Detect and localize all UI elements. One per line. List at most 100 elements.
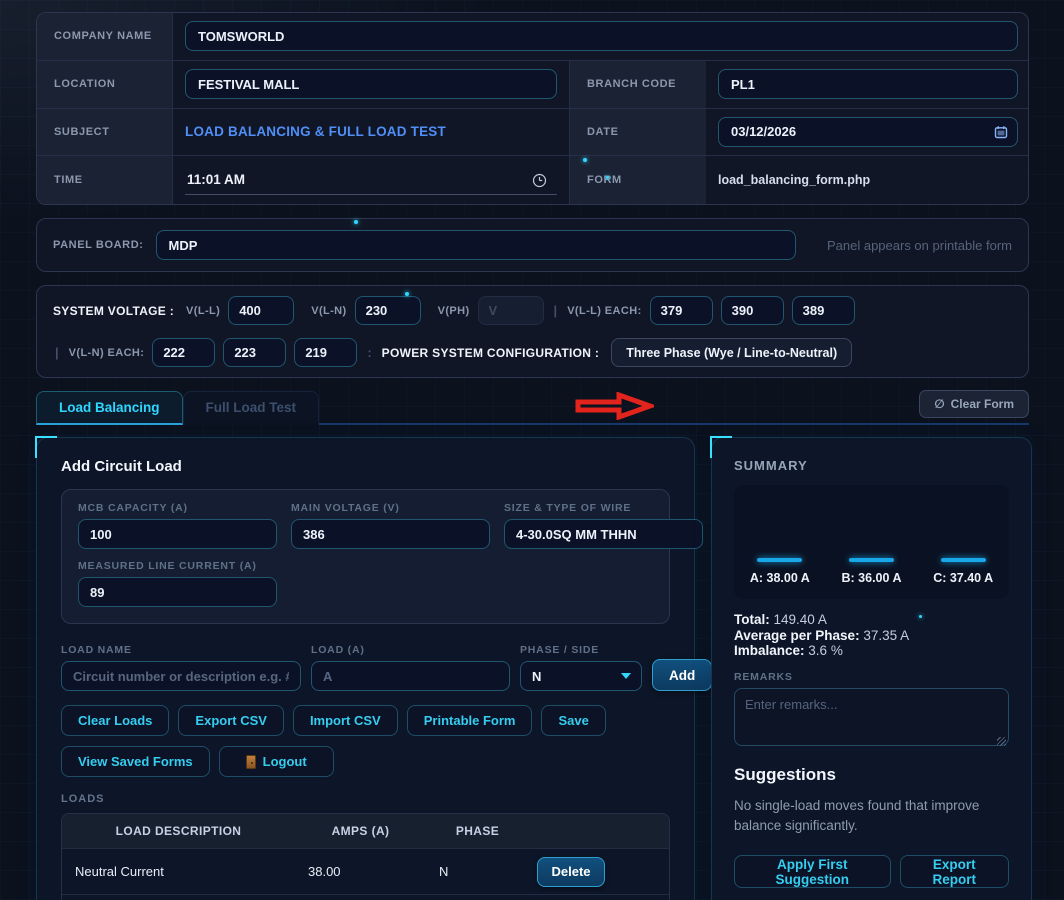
remarks-label: REMARKS: [734, 671, 1009, 683]
add-load-button[interactable]: Add: [652, 659, 712, 691]
clear-form-button[interactable]: ∅ Clear Form: [919, 390, 1029, 418]
annotation-red-arrow: [574, 392, 654, 420]
vll-input[interactable]: [228, 296, 294, 325]
clear-form-label: Clear Form: [951, 397, 1014, 411]
phase-side-value: N: [532, 669, 541, 684]
add-circuit-load-title: Add Circuit Load: [61, 458, 670, 475]
save-button[interactable]: Save: [541, 705, 605, 736]
chart-column-c: C: 37.40 A: [917, 485, 1009, 585]
company-name-input[interactable]: [185, 21, 1018, 51]
suggestions-actions: Apply First Suggestion Export Report: [734, 855, 1009, 888]
measured-current-label: MEASURED LINE CURRENT (A): [78, 560, 277, 572]
particle-dot: [354, 220, 358, 224]
export-report-button[interactable]: Export Report: [900, 855, 1009, 888]
phase-bar-chart: A: 38.00 A B: 36.00 A C: 37.40 A: [734, 485, 1009, 599]
door-icon: [246, 755, 256, 769]
main-voltage-label: MAIN VOLTAGE (V): [291, 502, 490, 514]
vln-each-input-2[interactable]: [223, 338, 286, 367]
clear-form-icon: ∅: [934, 397, 944, 411]
summary-card: SUMMARY A: 38.00 A B: 36.00 A C: 37.40 A…: [711, 437, 1032, 900]
remarks-textarea[interactable]: [734, 688, 1009, 746]
panel-board-input[interactable]: [156, 230, 796, 260]
apply-first-suggestion-button[interactable]: Apply First Suggestion: [734, 855, 891, 888]
phase-side-select[interactable]: N: [520, 661, 642, 691]
particle-dot: [405, 292, 409, 296]
branch-code-input[interactable]: [718, 69, 1018, 99]
subject-value: LOAD BALANCING & FULL LOAD TEST: [185, 124, 446, 139]
suggestions-text: No single-load moves found that improve …: [734, 796, 1009, 838]
tab-full-load-test[interactable]: Full Load Test: [183, 391, 320, 425]
main-voltage-input[interactable]: [291, 519, 490, 549]
form-label-cell: FORM: [569, 156, 706, 204]
col-header-description: LOAD DESCRIPTION: [62, 824, 295, 838]
view-saved-forms-button[interactable]: View Saved Forms: [61, 746, 210, 777]
clear-loads-button[interactable]: Clear Loads: [61, 705, 169, 736]
chart-column-a: A: 38.00 A: [734, 485, 826, 585]
logout-button[interactable]: Logout: [219, 746, 334, 777]
panel-board-hint: Panel appears on printable form: [827, 238, 1012, 253]
delete-load-button[interactable]: Delete: [537, 857, 605, 887]
vph-label: V(PH): [438, 305, 470, 317]
vll-each-input-2[interactable]: [721, 296, 784, 325]
separator: :: [365, 345, 373, 360]
total-label: Total:: [734, 612, 770, 627]
company-name-label-cell: COMPANY NAME: [37, 13, 173, 61]
phase-side-label: PHASE / SIDE: [520, 644, 642, 656]
clock-icon[interactable]: [532, 173, 547, 188]
power-config-label: POWER SYSTEM CONFIGURATION :: [382, 346, 600, 360]
average-value: 37.35 A: [863, 628, 909, 643]
load-amps-input[interactable]: [311, 661, 510, 691]
system-voltage-section: SYSTEM VOLTAGE : V(L-L) V(L-N) V(PH) | V…: [36, 285, 1029, 378]
add-circuit-load-card: Add Circuit Load MCB CAPACITY (A) MAIN V…: [36, 437, 695, 900]
tab-load-balancing[interactable]: Load Balancing: [36, 391, 183, 425]
vph-input[interactable]: [478, 296, 544, 325]
wire-type-input[interactable]: [504, 519, 703, 549]
col-header-phase: PHASE: [426, 824, 529, 838]
chart-column-b: B: 36.00 A: [826, 485, 918, 585]
mcb-capacity-input[interactable]: [78, 519, 277, 549]
separator: |: [552, 303, 560, 318]
panel-board-label: PANEL BOARD:: [53, 239, 144, 251]
table-row: Neutral Current 38.00 N Delete: [62, 848, 669, 894]
resize-handle-icon[interactable]: [997, 737, 1006, 746]
load-name-label: LOAD NAME: [61, 644, 301, 656]
imbalance-label: Imbalance:: [734, 643, 805, 658]
location-input[interactable]: [185, 69, 557, 99]
vln-label: V(L-N): [311, 305, 346, 317]
total-value: 149.40 A: [774, 612, 827, 627]
calendar-icon[interactable]: [994, 125, 1008, 139]
particle-dot: [606, 176, 609, 179]
vll-each-input-1[interactable]: [650, 296, 713, 325]
form-value: load_balancing_form.php: [718, 173, 870, 187]
vln-each-input-1[interactable]: [152, 338, 215, 367]
bar-phase-a: [757, 558, 802, 562]
vll-each-input-3[interactable]: [792, 296, 855, 325]
chevron-down-icon: [621, 673, 631, 679]
load-name-input[interactable]: [61, 661, 301, 691]
bar-phase-c: [941, 558, 986, 562]
logout-label: Logout: [263, 754, 307, 769]
date-input[interactable]: [718, 117, 1018, 147]
time-label-cell: TIME: [37, 156, 173, 204]
separator: |: [53, 345, 61, 360]
corner-bracket-decoration: [710, 436, 732, 458]
vln-input[interactable]: [355, 296, 421, 325]
export-csv-button[interactable]: Export CSV: [178, 705, 284, 736]
subject-label-cell: SUBJECT: [37, 109, 173, 157]
circuit-params-box: MCB CAPACITY (A) MAIN VOLTAGE (V) SIZE &…: [61, 489, 670, 624]
measured-current-input[interactable]: [78, 577, 277, 607]
tab-bar: Load Balancing Full Load Test ∅ Clear Fo…: [36, 391, 1029, 425]
table-row: PP - POWER PANEL 37.40 CN Delete: [62, 894, 669, 900]
panel-board-section: PANEL BOARD: Panel appears on printable …: [36, 218, 1029, 272]
time-input[interactable]: [185, 165, 557, 195]
imbalance-value: 3.6 %: [808, 643, 843, 658]
app-screen: COMPANY NAME LOCATION BRANCH CODE SUBJEC…: [0, 0, 1064, 900]
corner-bracket-decoration: [35, 436, 57, 458]
import-csv-button[interactable]: Import CSV: [293, 705, 398, 736]
vln-each-label: V(L-N) EACH:: [69, 347, 145, 359]
vln-each-input-3[interactable]: [294, 338, 357, 367]
power-config-select[interactable]: Three Phase (Wye / Line-to-Neutral): [611, 338, 852, 367]
particle-dot: [919, 615, 922, 618]
printable-form-button[interactable]: Printable Form: [407, 705, 533, 736]
system-voltage-title: SYSTEM VOLTAGE :: [53, 304, 174, 318]
